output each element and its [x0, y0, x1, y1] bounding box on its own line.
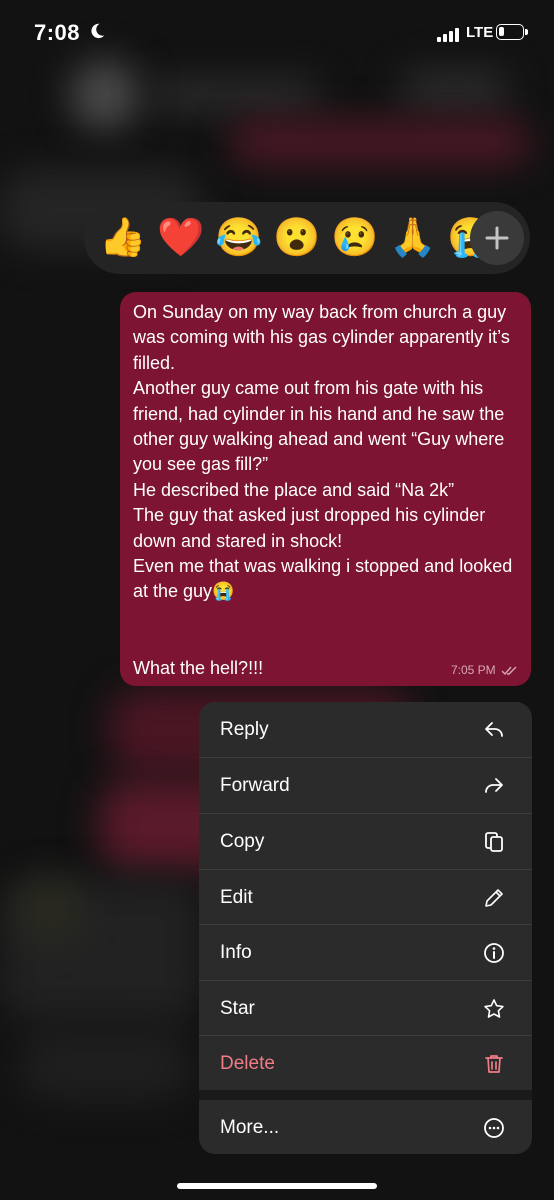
- reaction-surprised[interactable]: 😮: [268, 202, 326, 274]
- menu-item-label: More...: [220, 1116, 280, 1138]
- reaction-bar: 👍 ❤️ 😂 😮 😢 🙏 😭: [84, 202, 530, 274]
- battery-icon: [496, 24, 528, 40]
- reaction-heart[interactable]: ❤️: [152, 202, 210, 274]
- menu-item-copy[interactable]: Copy: [199, 814, 532, 869]
- info-icon: [484, 942, 504, 963]
- menu-item-forward[interactable]: Forward: [199, 758, 532, 813]
- message-text: On Sunday on my way back from church a g…: [133, 302, 513, 678]
- message-time: 7:05 PM: [450, 663, 496, 677]
- menu-item-info[interactable]: Info: [199, 925, 532, 980]
- moon-icon: [88, 22, 106, 45]
- menu-item-edit[interactable]: Edit: [199, 870, 532, 925]
- copy-icon: [485, 831, 503, 852]
- home-indicator[interactable]: [177, 1183, 377, 1189]
- menu-item-label: Edit: [220, 886, 253, 908]
- menu-item-label: Delete: [220, 1052, 275, 1074]
- reaction-sad[interactable]: 😢: [326, 202, 384, 274]
- message-meta: 7:05 PM: [451, 663, 517, 677]
- menu-item-star[interactable]: Star: [199, 981, 532, 1036]
- reaction-laughing[interactable]: 😂: [210, 202, 268, 274]
- status-time: 7:08: [34, 20, 81, 45]
- menu-item-delete[interactable]: Delete: [199, 1036, 532, 1091]
- read-receipt-icon: [501, 666, 517, 675]
- menu-item-label: Reply: [220, 718, 269, 740]
- menu-item-label: Copy: [220, 830, 265, 852]
- message-bubble[interactable]: On Sunday on my way back from church a g…: [120, 292, 531, 686]
- reply-icon: [485, 721, 503, 737]
- trash-icon: [485, 1054, 503, 1073]
- plus-icon: [485, 226, 509, 250]
- menu-item-label: Info: [220, 941, 252, 963]
- signal-icon: [437, 28, 463, 42]
- menu-item-label: Forward: [220, 774, 290, 796]
- context-menu: Reply Forward Copy Edit Info Star Delete…: [199, 702, 532, 1154]
- pencil-icon: [485, 888, 503, 907]
- forward-icon: [485, 777, 503, 793]
- network-type: LTE: [466, 24, 494, 41]
- menu-item-more[interactable]: More...: [199, 1100, 532, 1154]
- star-icon: [484, 998, 504, 1018]
- more-icon: [484, 1117, 504, 1138]
- add-reaction-button[interactable]: [470, 211, 524, 265]
- menu-item-reply[interactable]: Reply: [199, 702, 532, 757]
- reaction-pray[interactable]: 🙏: [384, 202, 442, 274]
- menu-divider: [199, 1090, 532, 1100]
- reaction-thumbs-up[interactable]: 👍: [94, 202, 152, 274]
- status-bar: 7:08 LTE: [0, 0, 554, 66]
- menu-item-label: Star: [220, 997, 255, 1019]
